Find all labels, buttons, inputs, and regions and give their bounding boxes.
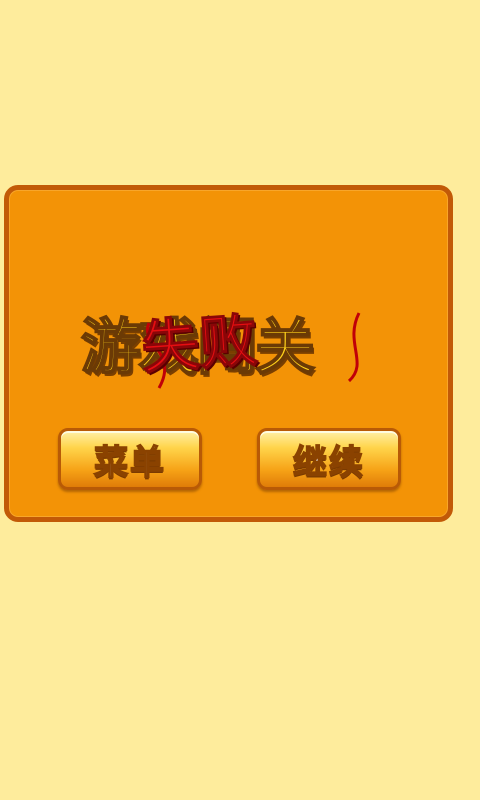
title-failed-text: 失败 <box>139 306 260 383</box>
level-failed-title: 游戏闯关 失败 <box>80 293 381 389</box>
menu-button[interactable]: 菜单 <box>58 428 202 490</box>
menu-button-label: 菜单 <box>93 442 166 484</box>
continue-button[interactable]: 继续 <box>257 428 401 490</box>
screen: { "dialog": { "title_back": "游戏闯关", "tit… <box>0 0 480 800</box>
result-dialog: 游戏闯关 失败 菜单 继续 <box>4 185 453 522</box>
continue-button-label: 继续 <box>292 442 365 484</box>
